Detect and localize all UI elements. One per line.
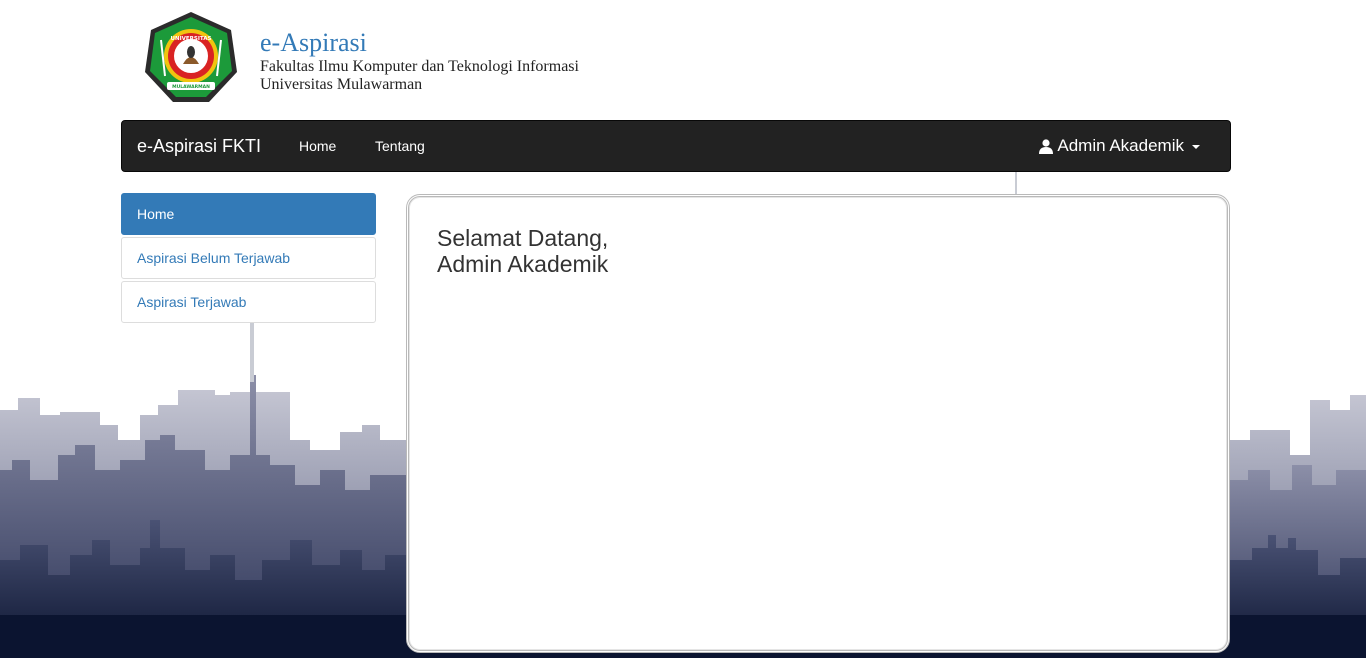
welcome-message: Selamat Datang, Admin Akademik bbox=[437, 225, 608, 277]
site-title: e-Aspirasi bbox=[260, 28, 367, 57]
top-navbar: e-Aspirasi FKTI Home Tentang Admin Akade… bbox=[121, 120, 1231, 172]
navbar-connector-line bbox=[1015, 172, 1017, 194]
logo-text-top: UNIVERSITAS bbox=[171, 36, 212, 42]
caret-down-icon bbox=[1192, 145, 1200, 149]
site-subtitle-faculty: Fakultas Ilmu Komputer dan Teknologi Inf… bbox=[260, 58, 579, 75]
user-menu-label: Admin Akademik bbox=[1057, 136, 1184, 155]
welcome-greeting: Selamat Datang, bbox=[437, 225, 609, 251]
sidebar-item-aspirasi-belum-terjawab[interactable]: Aspirasi Belum Terjawab bbox=[121, 237, 376, 279]
logo-text-bottom: MULAWARMAN bbox=[172, 84, 210, 90]
site-subtitle-university: Universitas Mulawarman bbox=[260, 76, 423, 93]
sidebar-item-home[interactable]: Home bbox=[121, 193, 376, 235]
site-header: UNIVERSITAS MULAWARMAN e-Aspirasi Fakult… bbox=[143, 10, 579, 110]
header-text-block: e-Aspirasi Fakultas Ilmu Komputer dan Te… bbox=[260, 28, 579, 94]
nav-link-home[interactable]: Home bbox=[299, 138, 336, 154]
sidebar-item-aspirasi-terjawab[interactable]: Aspirasi Terjawab bbox=[121, 281, 376, 323]
user-menu-dropdown[interactable]: Admin Akademik bbox=[1039, 136, 1200, 156]
nav-link-tentang[interactable]: Tentang bbox=[375, 138, 425, 154]
user-icon bbox=[1039, 138, 1054, 154]
sidebar-connector-line bbox=[250, 322, 254, 382]
welcome-username: Admin Akademik bbox=[437, 251, 609, 277]
sidebar-menu: Home Aspirasi Belum Terjawab Aspirasi Te… bbox=[121, 193, 376, 325]
page: UNIVERSITAS MULAWARMAN e-Aspirasi Fakult… bbox=[0, 0, 1366, 658]
navbar-brand[interactable]: e-Aspirasi FKTI bbox=[137, 136, 261, 157]
main-content-panel: Selamat Datang, Admin Akademik bbox=[406, 194, 1230, 653]
university-seal-logo: UNIVERSITAS MULAWARMAN bbox=[145, 12, 237, 102]
